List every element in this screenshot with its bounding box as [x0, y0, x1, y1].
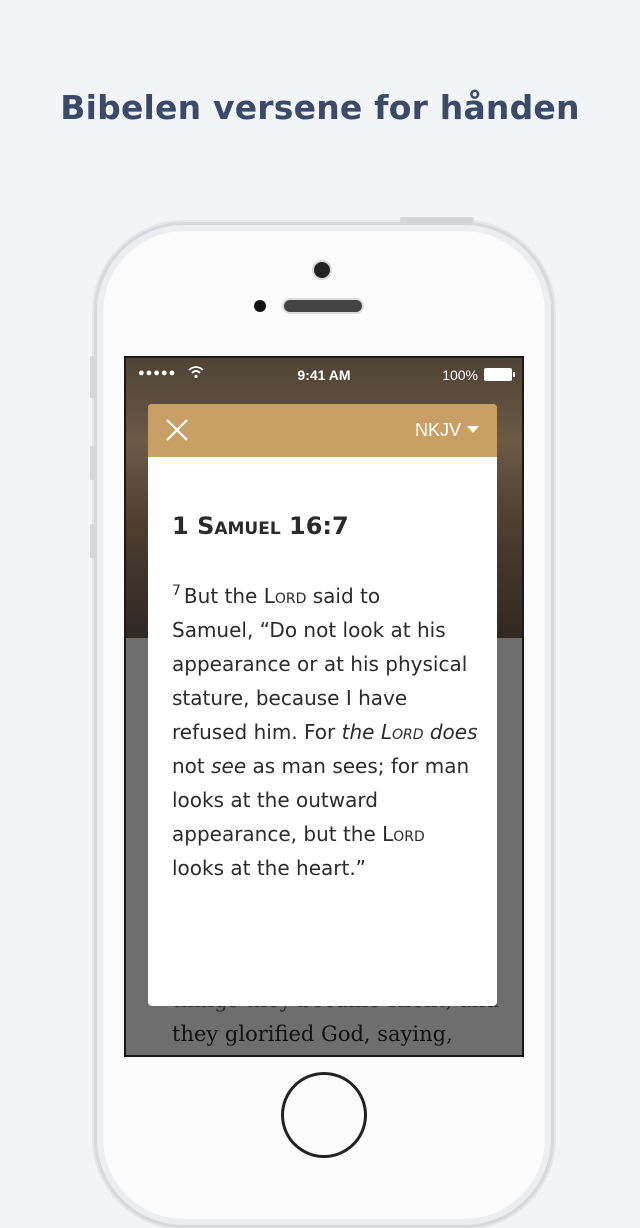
verse-popup-header: NKJV	[148, 404, 497, 457]
verse-line: 7 But the Lord said to	[172, 583, 381, 608]
page-headline: Bibelen versene for hånden	[60, 88, 580, 127]
power-button	[400, 217, 474, 223]
verse-line: refused him. For the Lord does	[172, 720, 478, 744]
home-button[interactable]	[281, 1072, 367, 1158]
chevron-down-icon	[467, 426, 479, 433]
status-bar: ●●●●● 9:41 AM 100%	[126, 358, 522, 390]
verse-line: appearance or at his physical	[172, 652, 468, 676]
background-text-line: they glorified God, saying,	[172, 1022, 453, 1046]
verse-line: appearance, but the Lord	[172, 822, 425, 846]
verse-line: not see as man sees; for man	[172, 754, 470, 778]
version-label: NKJV	[414, 420, 461, 440]
verse-line: looks at the heart.”	[172, 856, 367, 880]
verse-number: 7	[172, 583, 181, 599]
front-camera	[314, 262, 330, 278]
verse-line: Samuel, “Do not look at his	[172, 618, 446, 642]
verse-text: 7 But the Lord said to Samuel, “Do not loo…	[172, 574, 482, 885]
verse-popup: NKJV 1 Samuel 16:7 7 But the Lord said to…	[148, 404, 497, 1006]
close-icon[interactable]	[164, 417, 190, 443]
version-selector[interactable]: NKJV	[415, 420, 479, 441]
volume-down-button	[90, 524, 96, 558]
volume-up-button	[90, 446, 96, 480]
verse-line: looks at the outward	[172, 788, 378, 812]
battery-percent: 100%	[442, 367, 478, 383]
battery-icon	[484, 368, 515, 381]
book-name: Samuel	[197, 512, 281, 540]
mute-switch	[90, 356, 96, 398]
proximity-sensor	[254, 300, 266, 312]
verse-reference: 1 Samuel 16:7	[172, 512, 349, 540]
verse-line: stature, because I have	[172, 686, 408, 710]
earpiece-speaker	[284, 300, 362, 312]
